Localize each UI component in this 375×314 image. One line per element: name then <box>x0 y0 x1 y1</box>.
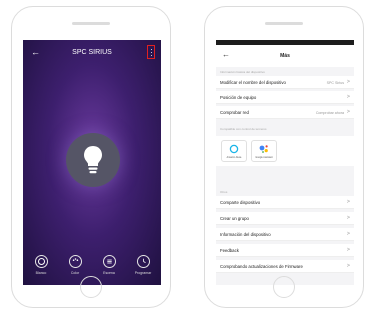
white-mode-button[interactable]: Blanco <box>26 255 56 275</box>
share-device-row[interactable]: Comparte dispositivo > <box>216 196 354 209</box>
page-title: Más <box>280 53 290 59</box>
settings-header: ← Más <box>216 45 354 67</box>
google-assistant-label: Google Assistant <box>255 157 273 159</box>
create-group-row[interactable]: Crear un grupo > <box>216 212 354 225</box>
section-other-label: Otros <box>220 190 228 194</box>
chevron-right-icon: > <box>346 231 350 237</box>
chevron-right-icon: > <box>346 247 350 253</box>
white-light-icon <box>34 255 48 268</box>
chevron-right-icon: > <box>346 199 350 205</box>
device-header: ← SPC SIRIUS <box>23 40 161 66</box>
row-value: Comprobar ahora <box>315 110 344 115</box>
phone-speaker <box>265 22 303 25</box>
third-party-assistants: Amazon Alexa Google Assistant <box>216 136 354 166</box>
more-settings-screen: ← Más Información básica del dispositivo… <box>216 40 354 285</box>
feedback-row[interactable]: Feedback > <box>216 244 354 257</box>
chevron-right-icon: > <box>346 215 350 221</box>
device-title: SPC SIRIUS <box>72 49 112 56</box>
phone-home-button <box>273 276 295 298</box>
color-palette-icon <box>68 255 82 268</box>
row-value: SPC Sirius <box>326 80 344 85</box>
lightbulb-icon <box>84 146 102 174</box>
row-label: Posición de equipo <box>220 95 257 100</box>
row-label: Modificar el nombre del dispositivo <box>220 80 286 85</box>
phone-home-button <box>80 276 102 298</box>
row-label: Información del dispositivo <box>220 232 271 237</box>
clock-icon <box>136 255 150 268</box>
phone-speaker <box>72 22 110 25</box>
alexa-label: Amazon Alexa <box>226 157 242 159</box>
row-label: Feedback <box>220 248 239 253</box>
google-assistant-card[interactable]: Google Assistant <box>251 140 277 162</box>
device-control-screen: ← SPC SIRIUS Blanco Color Escena Program… <box>23 40 161 285</box>
color-mode-label: Color <box>70 271 80 275</box>
scene-mode-button[interactable]: Escena <box>94 255 124 275</box>
check-network-row[interactable]: Comprobar red Comprobar ahora > <box>216 106 354 119</box>
more-vertical-icon[interactable] <box>147 45 155 59</box>
device-location-row[interactable]: Posición de equipo > <box>216 91 354 104</box>
row-label: Comparte dispositivo <box>220 200 261 205</box>
chevron-right-icon: > <box>346 109 350 115</box>
scene-mode-label: Escena <box>103 271 115 275</box>
row-label: Comprobando actualizaciones de Firmware <box>220 264 303 269</box>
row-label: Crear un grupo <box>220 216 249 221</box>
chevron-right-icon: > <box>346 94 350 100</box>
chevron-right-icon: > <box>346 263 350 269</box>
color-mode-button[interactable]: Color <box>60 255 90 275</box>
google-assistant-icon <box>259 145 268 153</box>
device-info-row[interactable]: Información del dispositivo > <box>216 228 354 241</box>
firmware-update-row[interactable]: Comprobando actualizaciones de Firmware … <box>216 260 354 273</box>
chevron-right-icon: > <box>346 79 350 85</box>
alexa-card[interactable]: Amazon Alexa <box>221 140 247 162</box>
scene-icon <box>102 255 116 268</box>
section-third-party-label: Compatible con control de terceros <box>220 127 267 131</box>
row-label: Comprobar red <box>220 110 249 115</box>
light-power-button[interactable] <box>66 133 120 187</box>
alexa-icon <box>229 144 239 154</box>
rename-device-row[interactable]: Modificar el nombre del dispositivo SPC … <box>216 76 354 89</box>
white-mode-label: Blanco <box>35 271 47 275</box>
phone-frame-right: ← Más Información básica del dispositivo… <box>204 6 364 308</box>
section-basic-info-label: Información básica del dispositivo <box>220 70 265 74</box>
phone-frame-left: ← SPC SIRIUS Blanco Color Escena Program… <box>11 6 171 308</box>
schedule-button[interactable]: Programar <box>128 255 158 275</box>
schedule-label: Programar <box>134 271 152 275</box>
